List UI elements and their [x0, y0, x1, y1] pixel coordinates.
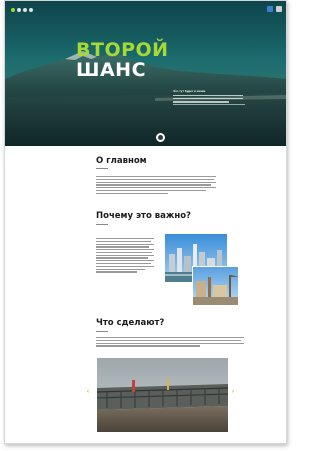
slider-construction-photo	[97, 358, 228, 432]
section-heading-why: Почему это важно?	[96, 211, 191, 221]
hero-caption-title: Что тут будет и зачем	[173, 89, 206, 93]
hero-title: ВТОРОЙ ШАНС	[76, 41, 169, 80]
top-right-controls	[267, 6, 282, 12]
section-what-text	[96, 337, 244, 348]
section-rule	[96, 224, 108, 225]
article-page: ВТОРОЙ ШАНС Что тут будет и зачем О глав…	[4, 0, 287, 444]
section-heading-about: О главном	[96, 156, 147, 166]
hero-title-line1: ВТОРОЙ	[76, 39, 169, 61]
section-why-text	[96, 238, 154, 274]
share-icon[interactable]	[267, 6, 273, 12]
scroll-down-icon[interactable]	[156, 133, 165, 142]
hero-divider	[173, 104, 245, 105]
section-heading-what: Что сделают?	[96, 318, 165, 328]
hero-caption: Что тут будет и зачем	[173, 89, 243, 103]
dots-menu-icon[interactable]	[11, 8, 33, 12]
close-icon[interactable]	[276, 6, 282, 12]
section-rule	[96, 331, 108, 332]
slider-caption: · · ·	[155, 436, 159, 439]
construction-photo-small	[192, 266, 239, 306]
chevron-right-icon[interactable]: ›	[232, 389, 234, 395]
hero-title-line2: ШАНС	[76, 59, 147, 81]
hero-section: ВТОРОЙ ШАНС Что тут будет и зачем	[5, 1, 286, 146]
section-rule	[96, 168, 108, 169]
section-about-text	[96, 176, 216, 195]
chevron-left-icon[interactable]: ‹	[87, 389, 89, 395]
